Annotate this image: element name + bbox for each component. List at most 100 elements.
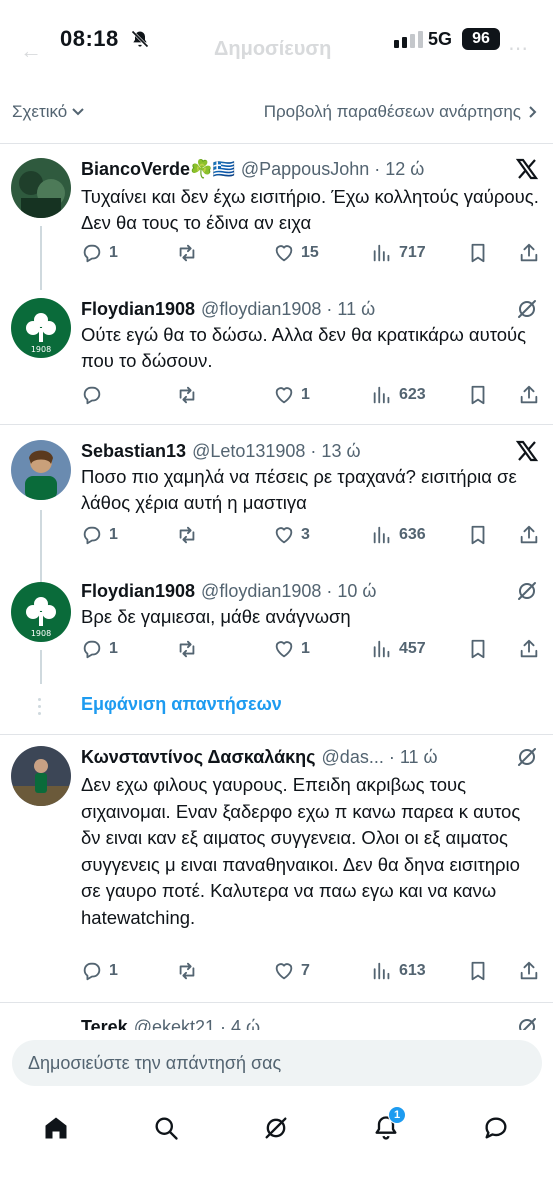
home-icon (45, 1117, 67, 1139)
divider (0, 1002, 553, 1003)
reply-button[interactable]: 1 (81, 524, 118, 546)
share-button[interactable] (518, 960, 540, 982)
grok-icon[interactable] (515, 297, 539, 321)
bottom-nav: 1 (0, 1100, 553, 1160)
bookmark-button[interactable] (467, 638, 489, 660)
share-button[interactable] (518, 242, 540, 264)
views-button[interactable]: 636 (371, 524, 426, 546)
share-button[interactable] (518, 638, 540, 660)
like-button[interactable]: 15 (273, 242, 319, 264)
bookmark-icon (467, 960, 489, 982)
bookmark-button[interactable] (467, 384, 489, 406)
reply-button[interactable] (81, 384, 103, 406)
nav-notifications[interactable]: 1 (366, 1106, 406, 1148)
view-quotes-link[interactable]: Προβολή παραθέσεων ανάρτησης (264, 102, 539, 122)
views-count: 457 (399, 640, 426, 657)
nav-messages[interactable] (476, 1108, 516, 1148)
repost-button[interactable] (176, 384, 198, 406)
bookmark-icon (467, 524, 489, 546)
thread-line (40, 650, 42, 684)
relevance-dropdown[interactable]: Σχετικό (12, 102, 85, 122)
back-arrow-icon[interactable]: ← (20, 38, 42, 64)
thread-line (40, 226, 42, 290)
like-button[interactable]: 3 (273, 524, 310, 546)
avatar[interactable] (11, 746, 71, 806)
more-icon[interactable]: ⋯ (508, 36, 528, 61)
notification-badge: 1 (388, 1106, 406, 1124)
avatar[interactable] (11, 158, 71, 218)
views-button[interactable]: 623 (371, 384, 426, 406)
reply-count: 1 (109, 640, 118, 657)
show-replies-link[interactable]: Εμφάνιση απαντήσεων (81, 694, 282, 715)
like-button[interactable]: 7 (273, 960, 310, 982)
like-button[interactable]: 1 (273, 638, 310, 660)
share-button[interactable] (518, 384, 540, 406)
status-time: 08:18 (60, 26, 119, 51)
bookmark-icon (467, 242, 489, 264)
header-title: Δημοσίευση (214, 38, 332, 60)
author-handle[interactable]: @PappousJohn · 12 ώ (241, 159, 424, 180)
repost-button[interactable] (176, 638, 198, 660)
views-count: 636 (399, 526, 426, 543)
x-logo-icon[interactable] (515, 157, 539, 181)
chevron-down-icon (72, 108, 84, 116)
tweet[interactable]: Terek @ekekt21 · 4 ώ (0, 1012, 553, 1032)
grok-icon (265, 1117, 287, 1139)
share-button[interactable] (518, 524, 540, 546)
like-count: 1 (301, 640, 310, 657)
author-name[interactable]: Floydian1908 (81, 581, 195, 602)
relevance-label: Σχετικό (12, 102, 68, 121)
network-type: 5G (428, 29, 453, 49)
nav-search[interactable] (146, 1108, 186, 1148)
author-name[interactable]: Κωνσταντίνος Δασκαλάκης (81, 747, 316, 768)
reply-count: 1 (109, 244, 118, 261)
author-name[interactable]: Sebastian13 (81, 441, 186, 462)
share-icon (518, 242, 540, 264)
reply-button[interactable]: 1 (81, 242, 118, 264)
reply-button[interactable]: 1 (81, 960, 118, 982)
bookmark-button[interactable] (467, 960, 489, 982)
share-icon (518, 384, 540, 406)
author-handle[interactable]: @Leto131908 · 13 ώ (192, 441, 360, 462)
divider (0, 143, 553, 144)
reply-button[interactable]: 1 (81, 638, 118, 660)
like-button[interactable]: 1 (273, 384, 310, 406)
reply-input[interactable]: Δημοσιεύστε την απάντησή σας (12, 1040, 542, 1086)
nav-grok[interactable] (256, 1108, 296, 1148)
author-handle[interactable]: @floydian1908 · 11 ώ (201, 299, 375, 320)
reply-icon (81, 638, 103, 660)
bookmark-button[interactable] (467, 242, 489, 264)
repost-icon (176, 242, 198, 264)
views-icon (371, 524, 393, 546)
author-handle[interactable]: @das... · 11 ώ (322, 747, 438, 768)
tweet-text: Τυχαίνει και δεν έχω εισιτήριο. Έχω κολλ… (81, 186, 539, 233)
share-icon (518, 524, 540, 546)
author-name[interactable]: Floydian1908 (81, 299, 195, 320)
share-icon (518, 960, 540, 982)
x-logo-icon[interactable] (515, 439, 539, 463)
author-name[interactable]: BiancoVerde☘️🇬🇷 (81, 159, 235, 180)
grok-icon[interactable] (515, 579, 539, 603)
repost-button[interactable] (176, 960, 198, 982)
repost-button[interactable] (176, 524, 198, 546)
views-button[interactable]: 717 (371, 242, 426, 264)
views-button[interactable]: 457 (371, 638, 426, 660)
repost-button[interactable] (176, 242, 198, 264)
nav-home[interactable] (36, 1108, 76, 1148)
like-count: 1 (301, 386, 310, 403)
bookmark-button[interactable] (467, 524, 489, 546)
silent-bell-icon (131, 30, 149, 48)
avatar[interactable] (11, 298, 71, 358)
views-button[interactable]: 613 (371, 960, 426, 982)
reply-icon (81, 960, 103, 982)
grok-icon[interactable] (515, 745, 539, 769)
reply-count: 1 (109, 526, 118, 543)
like-count: 3 (301, 526, 310, 543)
author-handle[interactable]: @floydian1908 · 10 ώ (201, 581, 376, 602)
avatar[interactable] (11, 582, 71, 642)
avatar[interactable] (11, 440, 71, 500)
repost-icon (176, 384, 198, 406)
repost-icon (176, 960, 198, 982)
reply-icon (81, 242, 103, 264)
divider (0, 734, 553, 735)
